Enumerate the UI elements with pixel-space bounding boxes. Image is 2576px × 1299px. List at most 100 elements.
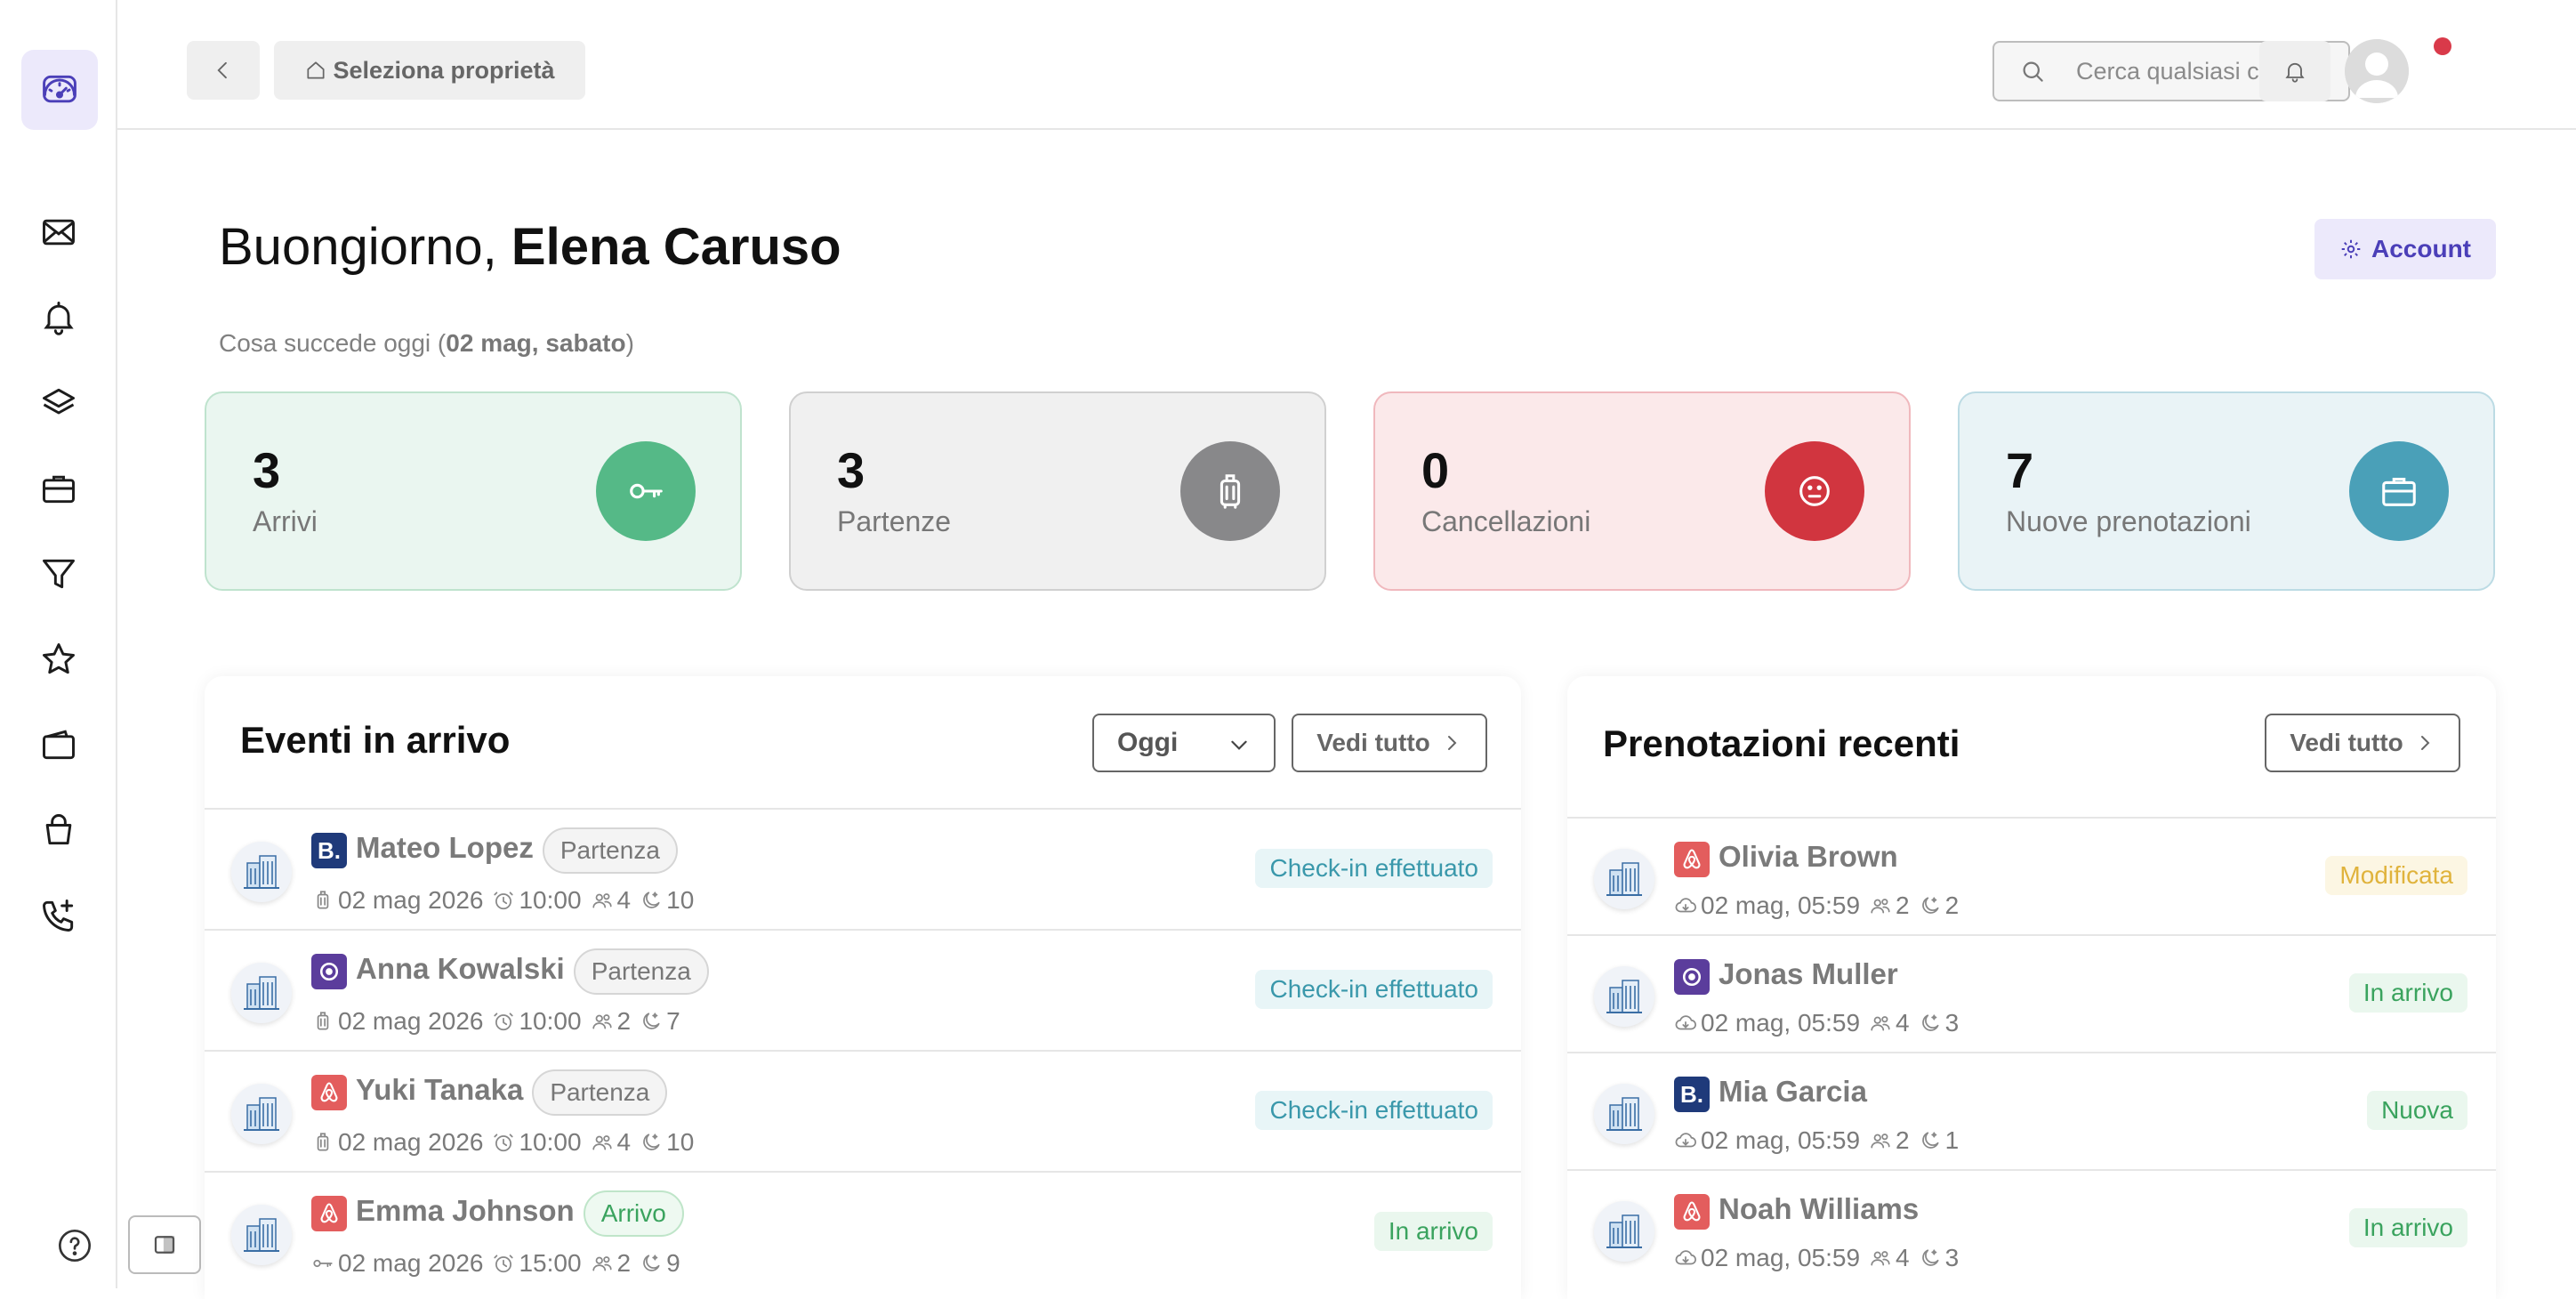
- key-icon: [311, 1252, 334, 1275]
- booking-row[interactable]: Olivia Brown 02 mag, 05:59 2 2 Modificata: [1567, 817, 2496, 934]
- notification-dot: [2434, 37, 2451, 55]
- stat-card-cancellations[interactable]: 0 Cancellazioni: [1373, 391, 1911, 591]
- booking-row[interactable]: B. Mia Garcia 02 mag, 05:59 2 1 Nuova: [1567, 1052, 2496, 1169]
- meta-value: 02 mag 2026: [338, 1128, 484, 1156]
- property-building-icon: [231, 963, 292, 1023]
- stat-label: Partenze: [837, 505, 952, 537]
- property-building-icon: [231, 1205, 292, 1265]
- meta-value: 10: [666, 1128, 695, 1156]
- meta-value: 2: [616, 1007, 632, 1035]
- download-cloud-icon: [1674, 1129, 1697, 1152]
- stat-card-departures[interactable]: 3 Partenze: [789, 391, 1326, 591]
- meta-value: 4: [1896, 1009, 1910, 1037]
- events-see-all-button[interactable]: Vedi tutto: [1292, 714, 1487, 772]
- vrbo-logo-icon: [1674, 959, 1710, 995]
- page-subtitle: Cosa succede oggi (02 mag, sabato): [219, 329, 634, 358]
- clock-icon: [492, 1252, 515, 1275]
- bell-icon[interactable]: [29, 288, 88, 347]
- booking-meta: 02 mag, 05:59 4 3: [1674, 1009, 1964, 1037]
- meta-value: 10:00: [519, 886, 582, 914]
- status-badge: Check-in effettuato: [1255, 970, 1493, 1009]
- meta-value: 4: [616, 1128, 632, 1156]
- greeting-prefix: Buongiorno,: [219, 218, 511, 276]
- home-icon: [307, 61, 325, 79]
- account-button[interactable]: Account: [2314, 219, 2496, 279]
- booking-logo-icon: B.: [311, 833, 347, 868]
- booking-row[interactable]: Noah Williams 02 mag, 05:59 4 3 In arrivo: [1567, 1169, 2496, 1287]
- events-title: Eventi in arrivo: [240, 719, 511, 761]
- status-badge: Modificata: [2325, 856, 2467, 895]
- nights-icon: [640, 889, 663, 912]
- nights-icon: [1919, 1012, 1942, 1035]
- stat-card-new-bookings[interactable]: 7 Nuove prenotazioni: [1958, 391, 2495, 591]
- chevron-left-icon: [217, 61, 227, 79]
- mail-icon[interactable]: [29, 203, 88, 262]
- bookings-panel: Prenotazioni recenti Vedi tutto Olivia B…: [1567, 676, 2496, 1299]
- events-panel: Eventi in arrivo Oggi Vedi tutto B. Mateo…: [205, 676, 1521, 1299]
- booking-meta: 02 mag, 05:59 4 3: [1674, 1244, 1964, 1272]
- avatar[interactable]: [2345, 39, 2409, 103]
- briefcase-icon[interactable]: [29, 459, 88, 518]
- stat-value: 3: [253, 442, 281, 498]
- vrbo-logo-icon: [311, 954, 347, 989]
- property-building-icon: [1594, 1084, 1654, 1144]
- chevron-right-icon: [1447, 736, 1457, 750]
- star-icon[interactable]: [29, 630, 88, 689]
- nights-icon: [1919, 894, 1942, 917]
- meta-value: 02 mag 2026: [338, 1249, 484, 1277]
- event-meta: 02 mag 2026 10:00 4 10: [311, 886, 699, 915]
- phone-plus-icon[interactable]: [29, 886, 88, 945]
- property-building-icon: [1594, 966, 1654, 1027]
- layers-icon[interactable]: [29, 374, 88, 432]
- wallet-icon[interactable]: [29, 715, 88, 774]
- events-filter-select[interactable]: Oggi: [1092, 714, 1276, 772]
- stat-value: 7: [2006, 442, 2034, 498]
- download-cloud-icon: [1674, 1012, 1697, 1035]
- luggage-icon: [311, 1131, 334, 1154]
- filter-icon[interactable]: [29, 545, 88, 603]
- guests-icon: [1869, 1247, 1892, 1270]
- guest-name: Emma Johnson: [356, 1194, 575, 1227]
- bag-icon[interactable]: [29, 801, 88, 859]
- sidebar: [0, 0, 117, 1288]
- airbnb-logo-icon: [311, 1196, 347, 1231]
- meta-value: 15:00: [519, 1249, 582, 1277]
- event-type-badge: Partenza: [532, 1069, 668, 1116]
- clock-icon: [492, 1010, 515, 1033]
- dashboard-icon[interactable]: [21, 50, 98, 130]
- guests-icon: [1869, 894, 1892, 917]
- meta-value: 10:00: [519, 1128, 582, 1156]
- notifications-button[interactable]: [2259, 41, 2330, 101]
- booking-row[interactable]: Jonas Muller 02 mag, 05:59 4 3 In arrivo: [1567, 934, 2496, 1052]
- booking-meta: 02 mag, 05:59 2 2: [1674, 892, 1964, 920]
- help-icon[interactable]: [57, 1228, 93, 1263]
- guests-icon: [591, 1252, 614, 1275]
- stat-card-arrivals[interactable]: 3 Arrivi: [205, 391, 742, 591]
- event-row[interactable]: Anna Kowalski Partenza 02 mag 2026 10:00 2 7 C…: [205, 929, 1521, 1050]
- topbar: Seleziona proprietà: [117, 0, 2576, 130]
- event-row[interactable]: B. Mateo Lopez Partenza 02 mag 2026 10:00 4 10…: [205, 808, 1521, 929]
- nights-icon: [1919, 1129, 1942, 1152]
- guest-name: Olivia Brown: [1719, 840, 1898, 873]
- guests-icon: [591, 1131, 614, 1154]
- booking-logo-icon: B.: [1674, 1077, 1710, 1112]
- meta-value: 3: [1944, 1009, 1960, 1037]
- back-button[interactable]: [187, 41, 260, 100]
- meta-value: 10: [666, 886, 695, 914]
- select-property-label: Seleziona proprietà: [333, 56, 555, 84]
- guest-name: Jonas Muller: [1719, 957, 1898, 990]
- event-row[interactable]: Emma Johnson Arrivo 02 mag 2026 15:00 2 9 In a…: [205, 1171, 1521, 1292]
- meta-value: 02 mag, 05:59: [1701, 892, 1861, 919]
- meta-value: 02 mag 2026: [338, 886, 484, 914]
- select-property-button[interactable]: Seleziona proprietà: [274, 41, 585, 100]
- bell-icon: [2285, 62, 2305, 83]
- guest-name: Mateo Lopez: [356, 831, 534, 864]
- account-label: Account: [2371, 235, 2471, 262]
- bookings-see-all-button[interactable]: Vedi tutto: [2265, 714, 2460, 772]
- guests-icon: [1869, 1129, 1892, 1152]
- stat-label: Cancellazioni: [1421, 505, 1591, 537]
- event-row[interactable]: Yuki Tanaka Partenza 02 mag 2026 10:00 4 10 Ch…: [205, 1050, 1521, 1171]
- sidebar-toggle-button[interactable]: [128, 1215, 201, 1274]
- user-name: Elena Caruso: [511, 218, 841, 276]
- chevron-right-icon: [2420, 736, 2430, 750]
